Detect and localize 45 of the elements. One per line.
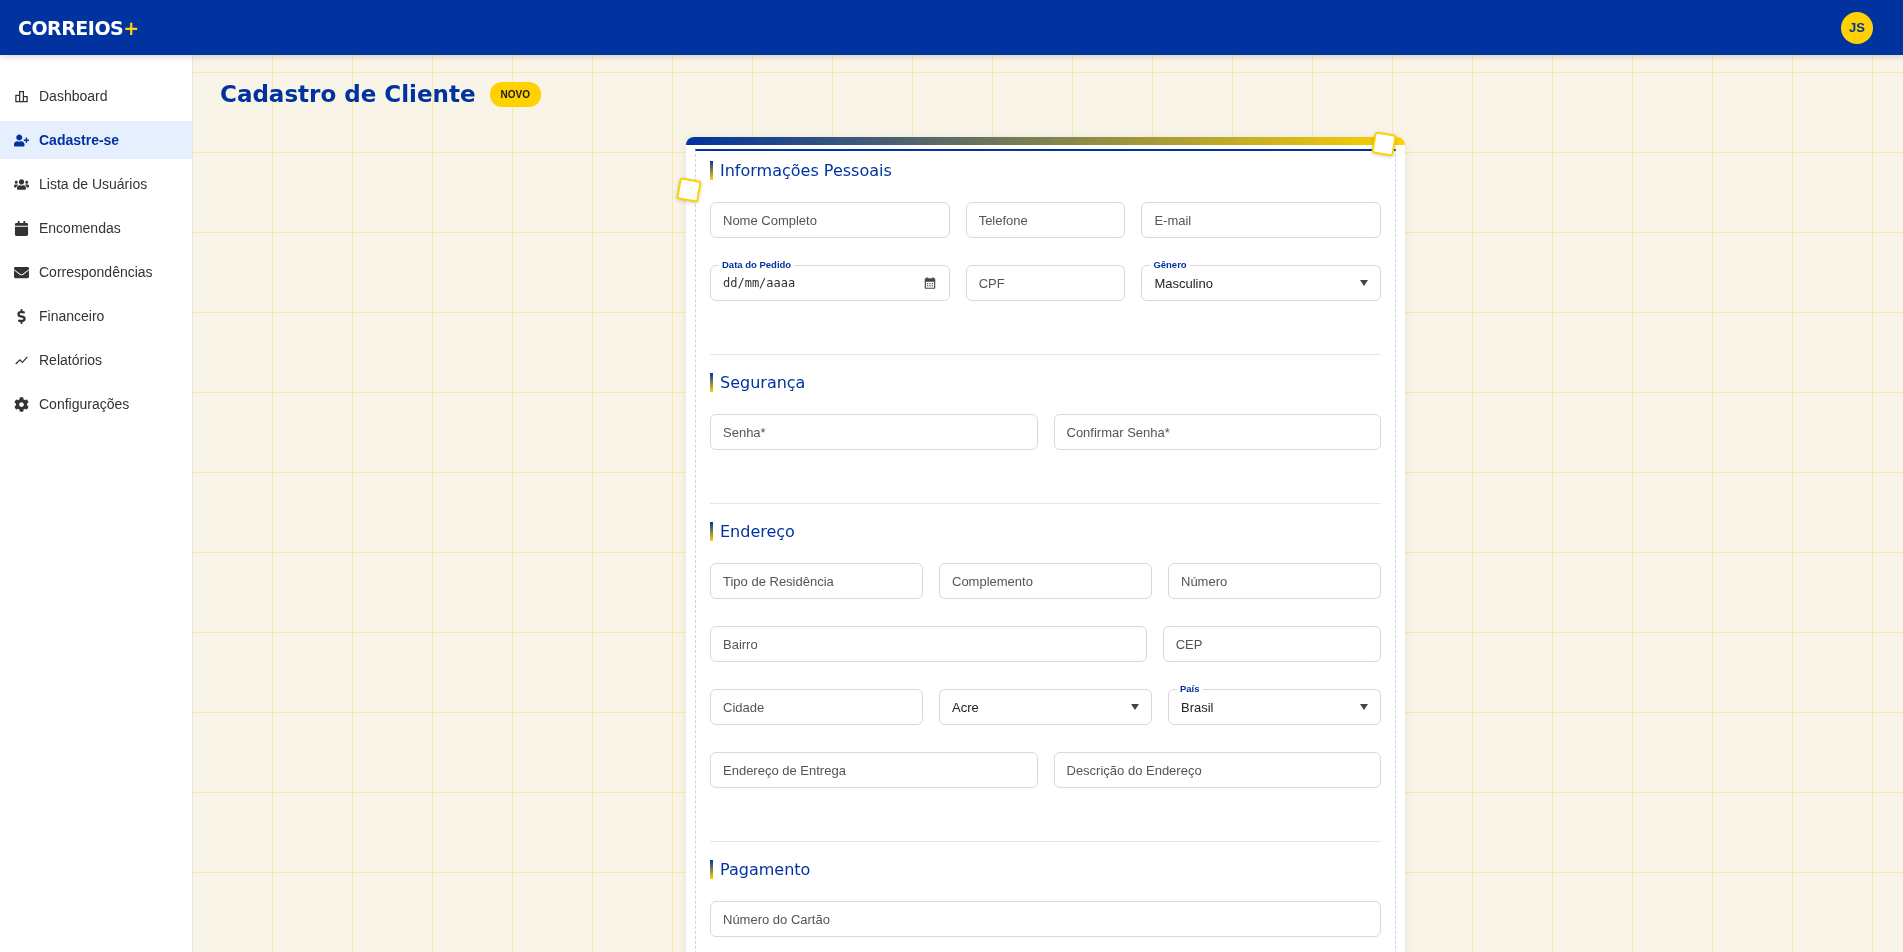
caret-icon [1131, 704, 1139, 710]
page-title: Cadastro de Cliente [220, 81, 476, 107]
text-field[interactable]: Senha* [710, 414, 1038, 450]
nav-item[interactable]: Relatórios [0, 341, 192, 379]
section-title: Informações Pessoais [710, 161, 1381, 180]
date-placeholder: dd/mm/aaaa [723, 276, 797, 290]
user-avatar[interactable]: JS [1841, 11, 1873, 44]
calendar-icon[interactable] [922, 276, 937, 290]
text-field[interactable]: Confirmar Senha* [1053, 414, 1381, 450]
text-field[interactable]: Número do Cartão [710, 901, 1381, 937]
text-field[interactable]: Bairro [710, 626, 1147, 662]
text-field[interactable]: Complemento [939, 563, 1152, 599]
caret-icon [1360, 704, 1368, 710]
nav-item[interactable]: Encomendas [0, 209, 192, 247]
text-field[interactable]: Número [1168, 563, 1381, 599]
text-field[interactable]: Cidade [710, 689, 923, 725]
settings-icon [14, 396, 29, 412]
nav-item[interactable]: Financeiro [0, 297, 192, 335]
nav-item[interactable]: Correspondências [0, 253, 192, 291]
text-field[interactable]: Nome Completo [710, 202, 950, 238]
text-field[interactable]: Telefone [965, 202, 1126, 238]
new-badge: NOVO [489, 81, 541, 107]
caret-icon [1360, 280, 1368, 286]
nav-item[interactable]: Configurações [0, 385, 192, 423]
field-label: País [1177, 683, 1203, 695]
add-user-icon [14, 132, 29, 148]
nav-item[interactable]: Cadastre-se [0, 121, 192, 159]
envelope-icon [14, 264, 29, 280]
section-title: Pagamento [710, 860, 1381, 879]
text-field[interactable]: Descrição do Endereço [1053, 752, 1381, 788]
users-icon [14, 176, 29, 192]
nav-item[interactable]: Lista de Usuários [0, 165, 192, 203]
text-field[interactable]: Endereço de Entrega [710, 752, 1038, 788]
select-field[interactable]: Acre [939, 689, 1152, 725]
section-title: Endereço [710, 522, 1381, 541]
bar-list-icon [14, 88, 29, 104]
nav-item[interactable]: Dashboard [0, 77, 192, 115]
logo[interactable]: CORREIOS+ [18, 16, 139, 39]
text-field[interactable]: CPF [965, 265, 1126, 301]
text-field[interactable]: Tipo de Residência [710, 563, 923, 599]
field-label: Data do Pedido [719, 259, 795, 271]
section-title: Segurança [710, 373, 1381, 392]
text-field[interactable]: E-mail [1141, 202, 1381, 238]
field-label: Gênero [1150, 259, 1190, 271]
text-field[interactable]: CEP [1162, 626, 1381, 662]
